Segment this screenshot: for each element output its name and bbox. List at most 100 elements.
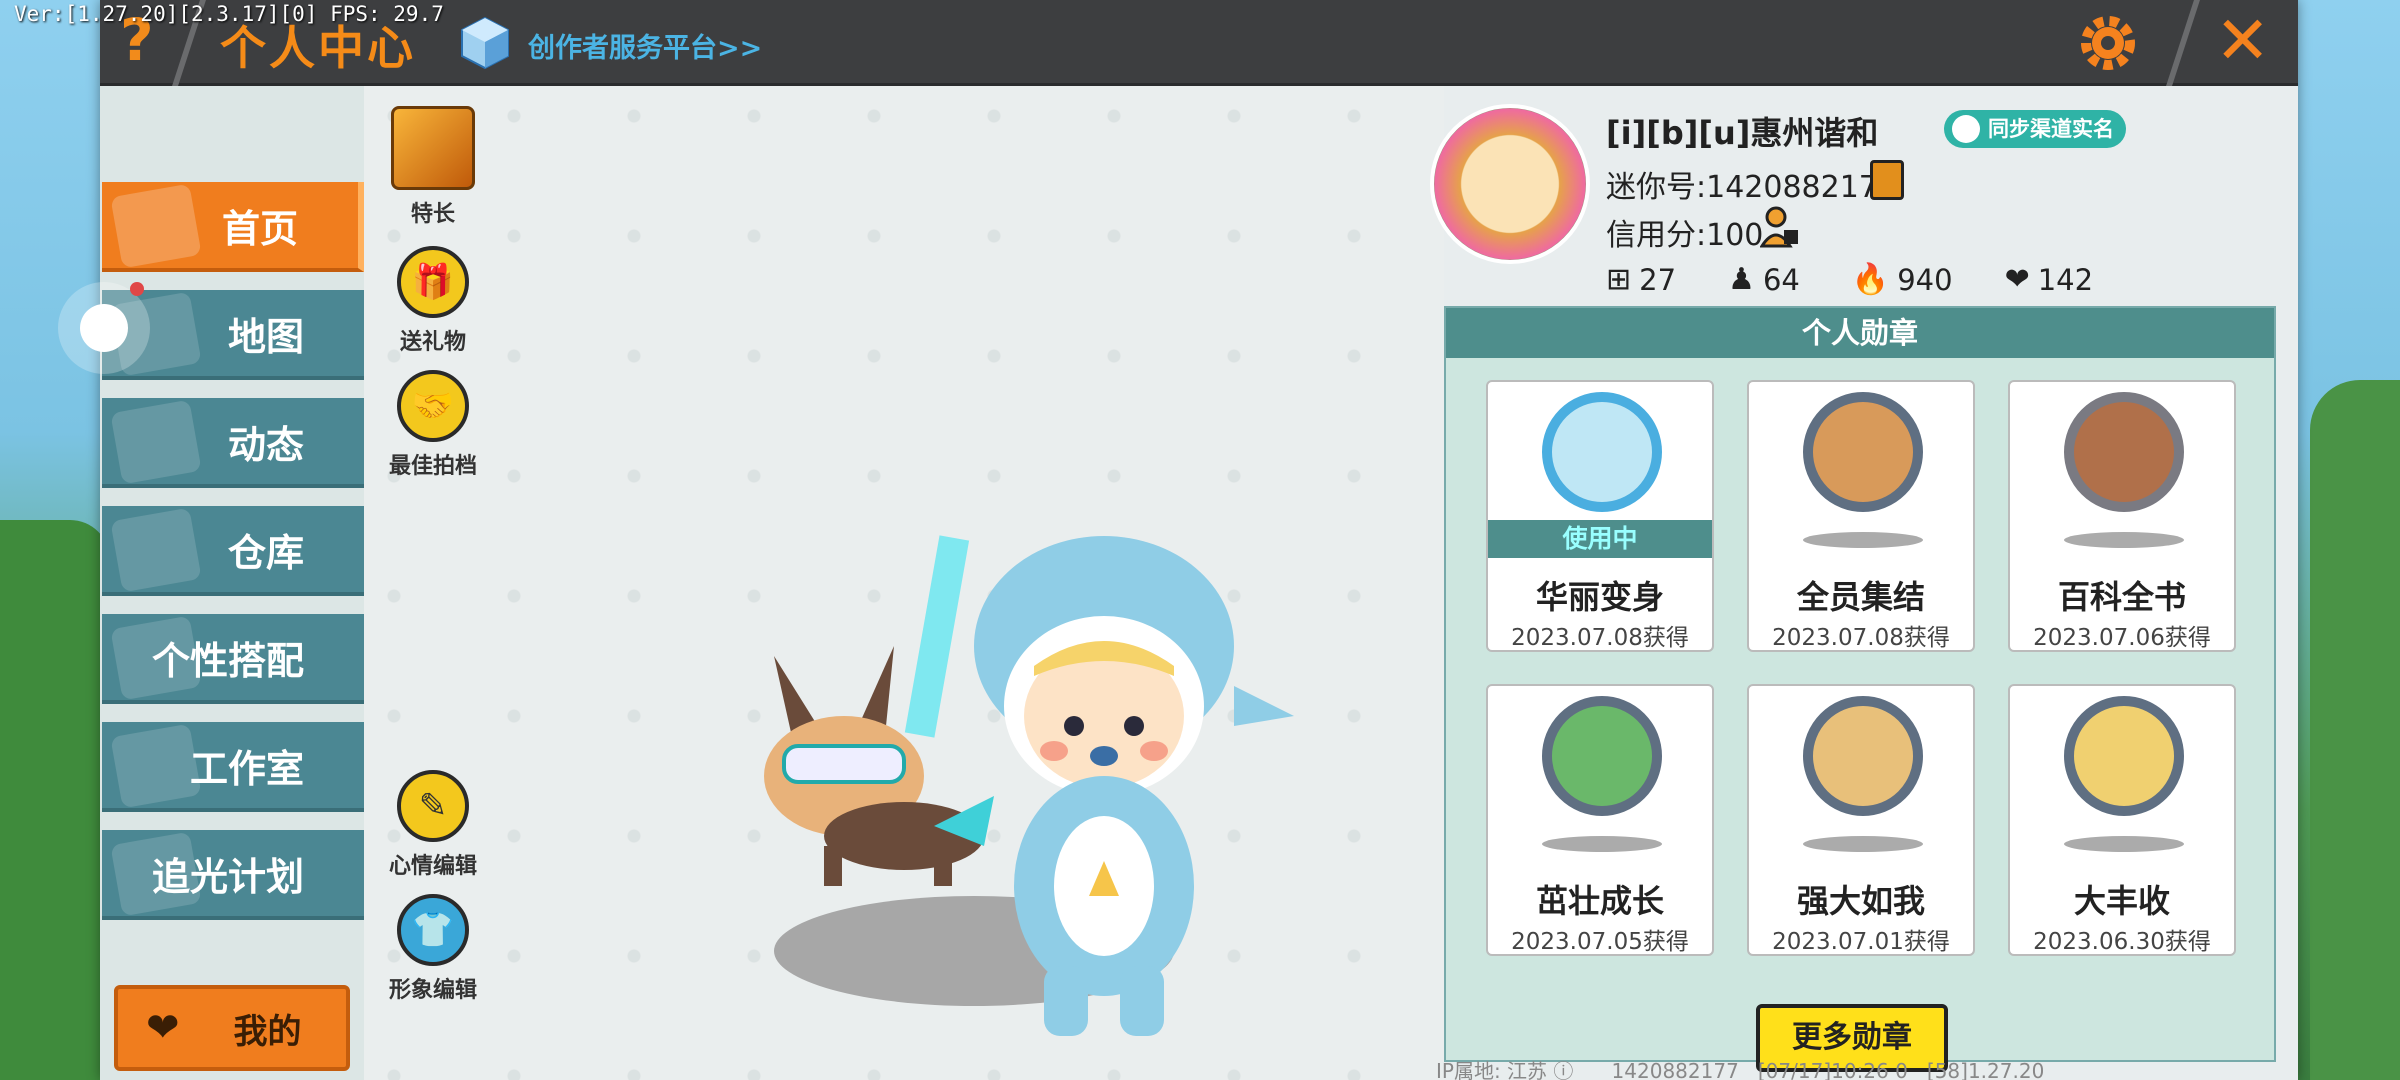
sidebar-item-label: 首页 — [221, 206, 298, 251]
medal-date: 2023.07.08获得 — [1511, 625, 1689, 651]
stat-fans[interactable]: ♟ 64 — [1728, 262, 1800, 297]
copy-icon[interactable] — [1870, 160, 1904, 200]
best-partner-button[interactable]: 🤝 最佳拍档 — [368, 370, 498, 480]
sidebar-item-home[interactable]: 首页 — [102, 182, 364, 272]
sidebar-item-warehouse[interactable]: 仓库 — [102, 506, 364, 596]
sidebar-item-studio[interactable]: 工作室 — [102, 722, 364, 812]
stat-heat[interactable]: 🔥 940 — [1852, 262, 1953, 297]
in-use-badge: 使用中 — [1488, 520, 1712, 558]
fans-icon: ♟ — [1728, 262, 1755, 297]
stat-likes[interactable]: ❤ 142 — [2005, 262, 2094, 297]
background-hill-right — [2310, 380, 2400, 1080]
medal-card[interactable]: 全员集结 2023.07.08获得 — [1747, 380, 1975, 652]
medal-shadow — [1803, 532, 1923, 548]
stat-plus[interactable]: ⊞ 27 — [1606, 262, 1676, 297]
mood-edit-label: 心情编辑 — [388, 854, 477, 879]
mini-id: 迷你号:1420882177 — [1606, 170, 1897, 205]
medal-shadow — [1803, 836, 1923, 852]
settings-gear-icon[interactable] — [2075, 10, 2141, 76]
credit-score: 信用分:100 — [1606, 218, 1764, 253]
floating-joystick[interactable] — [58, 282, 150, 374]
player-avatar-character[interactable] — [904, 516, 1304, 1056]
bell-icon — [110, 399, 202, 485]
home-icon — [110, 183, 202, 269]
realname-sync-badge[interactable]: 同步渠道实名 — [1944, 110, 2126, 148]
stat-value: 64 — [1762, 262, 1800, 297]
handshake-icon: 🤝 — [397, 370, 469, 442]
sidebar-item-label: 地图 — [227, 314, 304, 359]
medal-card[interactable]: 大丰收 2023.06.30获得 — [2008, 684, 2236, 956]
light-plan-icon — [110, 831, 202, 917]
medal-strength-icon — [1803, 696, 1923, 816]
mine-button[interactable]: ❤ 我的 — [114, 985, 350, 1071]
medal-section: 个人勋章 使用中 华丽变身 2023.07.08获得 全员集结 2023.07.… — [1444, 306, 2276, 1072]
medal-name: 全员集结 — [1796, 578, 1925, 616]
medal-date: 2023.07.05获得 — [1511, 929, 1689, 955]
edit-pencil-icon: ✎ — [397, 770, 469, 842]
add-square-icon: ⊞ — [1606, 262, 1632, 297]
medal-name: 茁壮成长 — [1535, 882, 1664, 920]
sidebar-item-label: 仓库 — [227, 530, 304, 575]
medal-card[interactable]: 百科全书 2023.07.06获得 — [2008, 380, 2236, 652]
mine-label: 我的 — [233, 1011, 302, 1052]
fps-counter: Ver:[1.27.20][2.3.17][0] FPS: 29.7 — [14, 2, 444, 26]
medal-book-icon — [2064, 392, 2184, 512]
specialty-button[interactable]: 特长 — [368, 106, 498, 228]
medal-flag-icon — [1803, 392, 1923, 512]
fire-icon: 🔥 — [1851, 262, 1890, 297]
close-button[interactable]: ✕ — [2215, 6, 2270, 76]
medal-card[interactable]: 强大如我 2023.07.01获得 — [1747, 684, 1975, 956]
medal-dinosaur-icon — [1542, 392, 1662, 512]
creator-platform-link[interactable]: 创作者服务平台>> — [528, 26, 762, 65]
medal-frog-icon — [1542, 696, 1662, 816]
sidebar-item-outfit[interactable]: 个性搭配 — [102, 614, 364, 704]
stat-value: 142 — [2037, 262, 2094, 297]
gift-icon: 🎁 — [397, 246, 469, 318]
outfit-edit-icon: 👕 — [397, 894, 469, 966]
send-gift-button[interactable]: 🎁 送礼物 — [368, 246, 498, 356]
personal-center-panel: ? 个人中心 创作者服务平台>> ✕ 首页 地图 动态 仓库 个性搭配 工作室 … — [100, 0, 2298, 1080]
medal-date: 2023.06.30获得 — [2033, 929, 2211, 955]
best-partner-label: 最佳拍档 — [388, 454, 477, 479]
heart-icon: ❤ — [2004, 262, 2030, 297]
medal-harvest-icon — [2064, 696, 2184, 816]
profile-panel: [i][b][u]惠州谐和 同步渠道实名 迷你号:1420882177 信用分:… — [1430, 86, 2298, 1080]
avatar[interactable] — [1430, 104, 1590, 264]
creator-cube-icon — [461, 16, 509, 70]
medal-date: 2023.07.01获得 — [1772, 929, 1950, 955]
stat-value: 27 — [1639, 262, 1677, 297]
specialty-icon — [391, 106, 475, 190]
stat-value: 940 — [1897, 262, 1953, 297]
image-edit-button[interactable]: 👕 形象编辑 — [368, 894, 498, 1004]
joystick-knob[interactable] — [80, 304, 128, 352]
medal-name: 华丽变身 — [1535, 578, 1664, 616]
sidebar-item-feed[interactable]: 动态 — [102, 398, 364, 488]
outfit-icon — [110, 615, 202, 701]
medal-card[interactable]: 茁壮成长 2023.07.05获得 — [1486, 684, 1714, 956]
sidebar-item-light-plan[interactable]: 追光计划 — [102, 830, 364, 920]
avatar-stage-area: 特长 🎁 送礼物 🤝 最佳拍档 ✎ 心情编辑 👕 形象编辑 — [364, 86, 1444, 1080]
divider — [2166, 0, 2200, 86]
send-gift-label: 送礼物 — [399, 330, 466, 355]
sidebar-item-label: 工作室 — [189, 746, 304, 791]
specialty-label: 特长 — [410, 202, 455, 227]
medal-date: 2023.07.08获得 — [1772, 625, 1950, 651]
background-hill-left — [0, 520, 110, 1080]
person-card-icon[interactable] — [1760, 206, 1800, 248]
medal-shadow — [2064, 532, 2184, 548]
medal-name: 百科全书 — [2057, 578, 2186, 616]
medal-card[interactable]: 使用中 华丽变身 2023.07.08获得 — [1486, 380, 1714, 652]
notification-dot — [130, 282, 144, 296]
profile-stats: ⊞ 27 ♟ 64 🔥 940 ❤ 142 — [1606, 262, 2145, 297]
sidebar: 首页 地图 动态 仓库 个性搭配 工作室 追光计划 — [100, 86, 364, 1080]
username: [i][b][u]惠州谐和 — [1606, 114, 1879, 152]
heart-icon: ❤ — [146, 1005, 180, 1051]
medal-date: 2023.07.06获得 — [2033, 625, 2211, 651]
studio-icon — [110, 723, 202, 809]
medal-name: 大丰收 — [2073, 882, 2170, 920]
medal-shadow — [1542, 836, 1662, 852]
mood-edit-button[interactable]: ✎ 心情编辑 — [368, 770, 498, 880]
sidebar-item-label: 动态 — [227, 422, 304, 467]
footer-info: IP属地: 江苏 ⓘ 1420882177 [07/17]10:26 0 [58… — [1436, 1059, 2045, 1080]
medal-section-title: 个人勋章 — [1446, 308, 2274, 358]
